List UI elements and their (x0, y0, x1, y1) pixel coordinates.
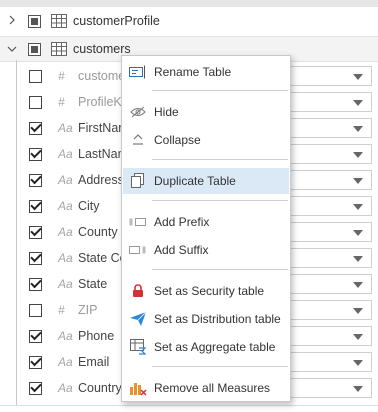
menu-separator (152, 90, 288, 91)
add-suffix-icon (129, 242, 147, 258)
collapse-icon (129, 132, 147, 148)
text-type-icon: Aa (58, 277, 73, 291)
menu-item-set-aggregate-table[interactable]: Set as Aggregate table (123, 334, 289, 360)
menu-item-label: Rename Table (154, 65, 232, 79)
column-checkbox[interactable] (29, 225, 42, 239)
caret-down-icon (353, 74, 363, 80)
column-checkbox[interactable] (29, 69, 42, 83)
text-type-icon: Aa (58, 251, 73, 265)
lock-icon (129, 283, 147, 299)
text-type-icon: Aa (58, 225, 73, 239)
menu-item-label: Add Prefix (154, 215, 210, 229)
bottom-divider (0, 405, 378, 406)
text-type-icon: Aa (58, 329, 73, 343)
menu-item-collapse[interactable]: Collapse (123, 127, 289, 153)
table-select-checkbox[interactable] (28, 42, 41, 56)
menu-item-rename-table[interactable]: Rename Table (123, 59, 289, 85)
menu-item-duplicate-table[interactable]: Duplicate Table (123, 168, 289, 194)
table-select-checkbox[interactable] (28, 14, 41, 28)
table-icon (51, 14, 67, 28)
eye-hidden-icon (129, 104, 147, 120)
numeric-type-icon: # (58, 303, 65, 317)
column-checkbox[interactable] (29, 381, 42, 395)
column-checkbox[interactable] (29, 147, 42, 161)
menu-item-label: Set as Aggregate table (154, 340, 276, 354)
menu-item-label: Duplicate Table (154, 174, 236, 188)
caret-down-icon (353, 152, 363, 158)
menu-item-label: Collapse (154, 133, 201, 147)
menu-item-remove-all-measures[interactable]: Remove all Measures (123, 375, 289, 401)
caret-down-icon (353, 282, 363, 288)
caret-down-icon (353, 334, 363, 340)
column-checkbox[interactable] (29, 251, 42, 265)
column-checkbox[interactable] (29, 277, 42, 291)
add-prefix-icon (129, 214, 147, 230)
caret-down-icon (353, 360, 363, 366)
text-type-icon: Aa (58, 147, 73, 161)
caret-down-icon (353, 126, 363, 132)
menu-item-label: Remove all Measures (154, 381, 271, 395)
menu-separator (152, 269, 288, 270)
table-name[interactable]: customers (73, 42, 131, 56)
text-type-icon: Aa (58, 121, 73, 135)
caret-down-icon (353, 256, 363, 262)
menu-item-label: Add Suffix (154, 243, 209, 257)
column-checkbox[interactable] (29, 95, 42, 109)
chevron-down-icon[interactable] (6, 43, 18, 55)
numeric-type-icon: # (58, 69, 65, 83)
column-checkbox[interactable] (29, 121, 42, 135)
menu-item-label: Set as Distribution table (154, 312, 281, 326)
table-row-customerprofile[interactable]: customerProfile (0, 8, 378, 34)
menu-item-set-distribution-table[interactable]: Set as Distribution table (123, 306, 289, 332)
menu-separator (152, 200, 288, 201)
table-name[interactable]: customerProfile (73, 14, 160, 28)
menu-separator (152, 159, 288, 160)
text-type-icon: Aa (58, 355, 73, 369)
menu-item-label: Hide (154, 105, 179, 119)
text-type-icon: Aa (58, 381, 73, 395)
caret-down-icon (353, 100, 363, 106)
column-checkbox[interactable] (29, 303, 42, 317)
menu-item-label: Set as Security table (154, 284, 265, 298)
column-checkbox[interactable] (29, 173, 42, 187)
column-checkbox[interactable] (29, 355, 42, 369)
caret-down-icon (353, 230, 363, 236)
context-menu: Rename Table Hide Collapse Duplicate Tab… (121, 55, 291, 402)
menu-item-add-prefix[interactable]: Add Prefix (123, 209, 289, 235)
menu-item-hide[interactable]: Hide (123, 99, 289, 125)
aggregate-table-icon (129, 339, 147, 355)
duplicate-icon (129, 173, 147, 189)
text-type-icon: Aa (58, 173, 73, 187)
menu-item-add-suffix[interactable]: Add Suffix (123, 237, 289, 263)
tree-guide-line (16, 60, 17, 406)
top-divider (0, 0, 378, 7)
numeric-type-icon: # (58, 95, 65, 109)
chevron-right-icon[interactable] (6, 15, 18, 27)
menu-item-set-security-table[interactable]: Set as Security table (123, 278, 289, 304)
rename-icon (129, 64, 147, 80)
paper-plane-icon (129, 311, 147, 327)
caret-down-icon (353, 308, 363, 314)
caret-down-icon (353, 204, 363, 210)
text-type-icon: Aa (58, 199, 73, 213)
caret-down-icon (353, 178, 363, 184)
menu-separator (152, 366, 288, 367)
column-checkbox[interactable] (29, 199, 42, 213)
column-checkbox[interactable] (29, 329, 42, 343)
table-icon (51, 42, 67, 56)
remove-measures-icon (129, 380, 147, 396)
caret-down-icon (353, 386, 363, 392)
